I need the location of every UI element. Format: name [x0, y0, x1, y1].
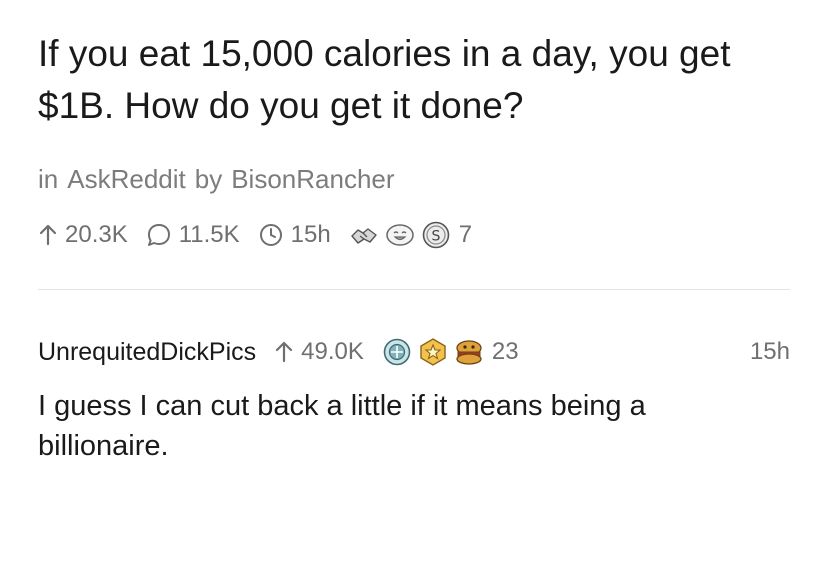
post-award-count: 7 [458, 221, 473, 248]
divider [38, 289, 790, 290]
by-label: by [194, 164, 223, 194]
post-awards[interactable]: S [349, 220, 451, 250]
subreddit-link[interactable]: AskReddit [67, 164, 186, 195]
comment-award-count: 23 [491, 338, 519, 365]
comment-body: I guess I can cut back a little if it me… [38, 390, 646, 462]
upvote-arrow-icon [276, 341, 293, 363]
post-age: 15h [258, 221, 331, 249]
in-label: in [38, 164, 59, 194]
comment-upvote-count: 49.0K [301, 338, 364, 365]
post-stats: 20.3K 11.5K 15h S 7 [38, 217, 790, 253]
upvote-arrow-icon [39, 224, 57, 246]
post-author-link[interactable]: BisonRancher [231, 164, 394, 195]
comment-count: 11.5K [178, 221, 240, 248]
post-meta: in AskReddit by BisonRancher [38, 164, 790, 195]
svg-text:S: S [431, 229, 440, 245]
platinum-award-icon [383, 338, 411, 366]
post-title[interactable]: If you eat 15,000 calories in a day, you… [38, 0, 778, 132]
clock-icon [259, 224, 282, 246]
sandwich-face-award-icon [456, 340, 482, 365]
gold-star-award-icon [420, 338, 446, 366]
laughing-face-award-icon [385, 224, 414, 246]
comment-author-link[interactable]: UnrequitedDickPics [38, 338, 256, 367]
comment-header: UnrequitedDickPics 49.0K 23 15h [38, 334, 790, 370]
handshake-award-icon [351, 228, 377, 244]
comment: UnrequitedDickPics 49.0K 23 15h I guess … [0, 334, 828, 466]
upvote-button[interactable]: 20.3K [38, 221, 128, 249]
silver-coin-award-icon: S [422, 221, 450, 249]
comment-upvote-button[interactable]: 49.0K [274, 338, 364, 366]
upvote-count: 20.3K [65, 221, 128, 248]
comment-bubble-icon [147, 224, 170, 246]
comment-awards[interactable] [382, 337, 484, 367]
post: If you eat 15,000 calories in a day, you… [0, 0, 828, 290]
comments-button[interactable]: 11.5K [146, 221, 240, 249]
post-age-text: 15h [290, 221, 331, 248]
comment-age: 15h [749, 338, 790, 365]
